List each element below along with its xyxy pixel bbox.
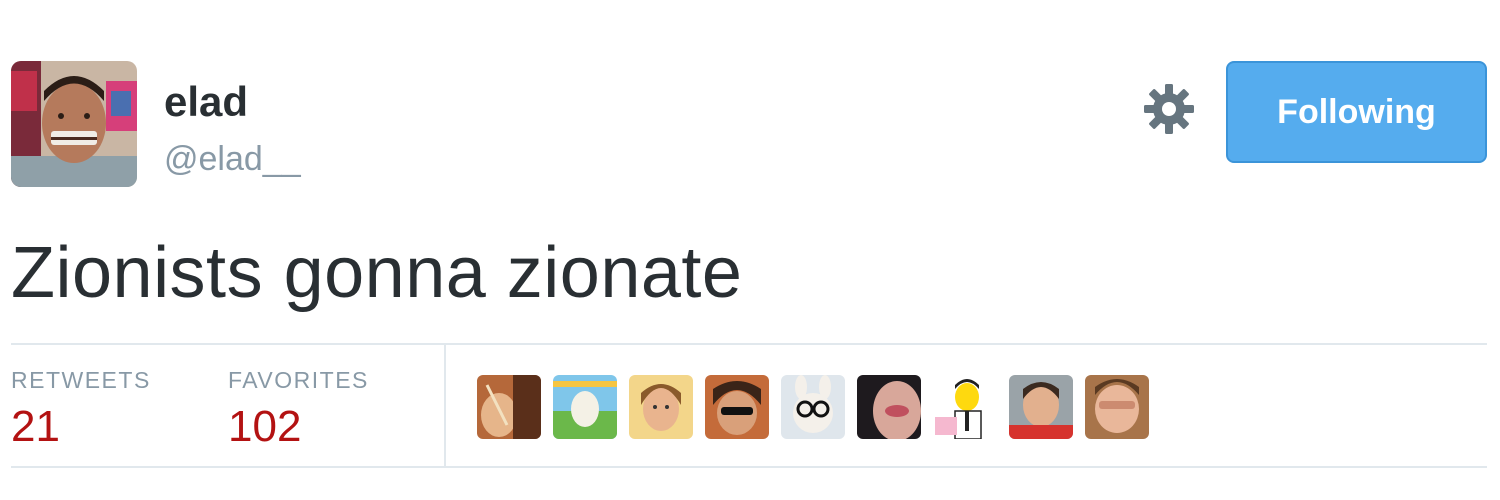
- favoriter-avatar-5[interactable]: [781, 375, 845, 439]
- favorites-label: FAVORITES: [228, 367, 369, 393]
- profile-avatar[interactable]: [11, 61, 137, 187]
- tweet-card: elad @elad__ Following Zionists gonna zi…: [0, 0, 1500, 500]
- favorites-count: 102: [228, 402, 302, 451]
- tweet-text: Zionists gonna zionate: [11, 233, 743, 313]
- favoriter-avatar-8[interactable]: [1009, 375, 1073, 439]
- favoriter-avatar-6[interactable]: [857, 375, 921, 439]
- favoriter-avatar-2[interactable]: [553, 375, 617, 439]
- stats-divider: [444, 345, 446, 466]
- retweets-count: 21: [11, 402, 60, 451]
- favoriter-avatar-3[interactable]: [629, 375, 693, 439]
- favoriter-avatar-7[interactable]: [933, 375, 997, 439]
- favoriter-avatar-1[interactable]: [477, 375, 541, 439]
- retweets-stat[interactable]: RETWEETS 21: [11, 365, 151, 453]
- tweet-stats: RETWEETS 21 FAVORITES 102: [11, 343, 1487, 468]
- user-handle[interactable]: @elad__: [164, 137, 301, 181]
- retweets-label: RETWEETS: [11, 367, 151, 393]
- favoriters-list: [477, 375, 1149, 439]
- favoriter-avatar-4[interactable]: [705, 375, 769, 439]
- following-button[interactable]: Following: [1226, 61, 1487, 163]
- favoriter-avatar-9[interactable]: [1085, 375, 1149, 439]
- user-fullname[interactable]: elad: [164, 78, 248, 126]
- favorites-stat[interactable]: FAVORITES 102: [228, 365, 369, 453]
- gear-icon[interactable]: [1142, 82, 1196, 136]
